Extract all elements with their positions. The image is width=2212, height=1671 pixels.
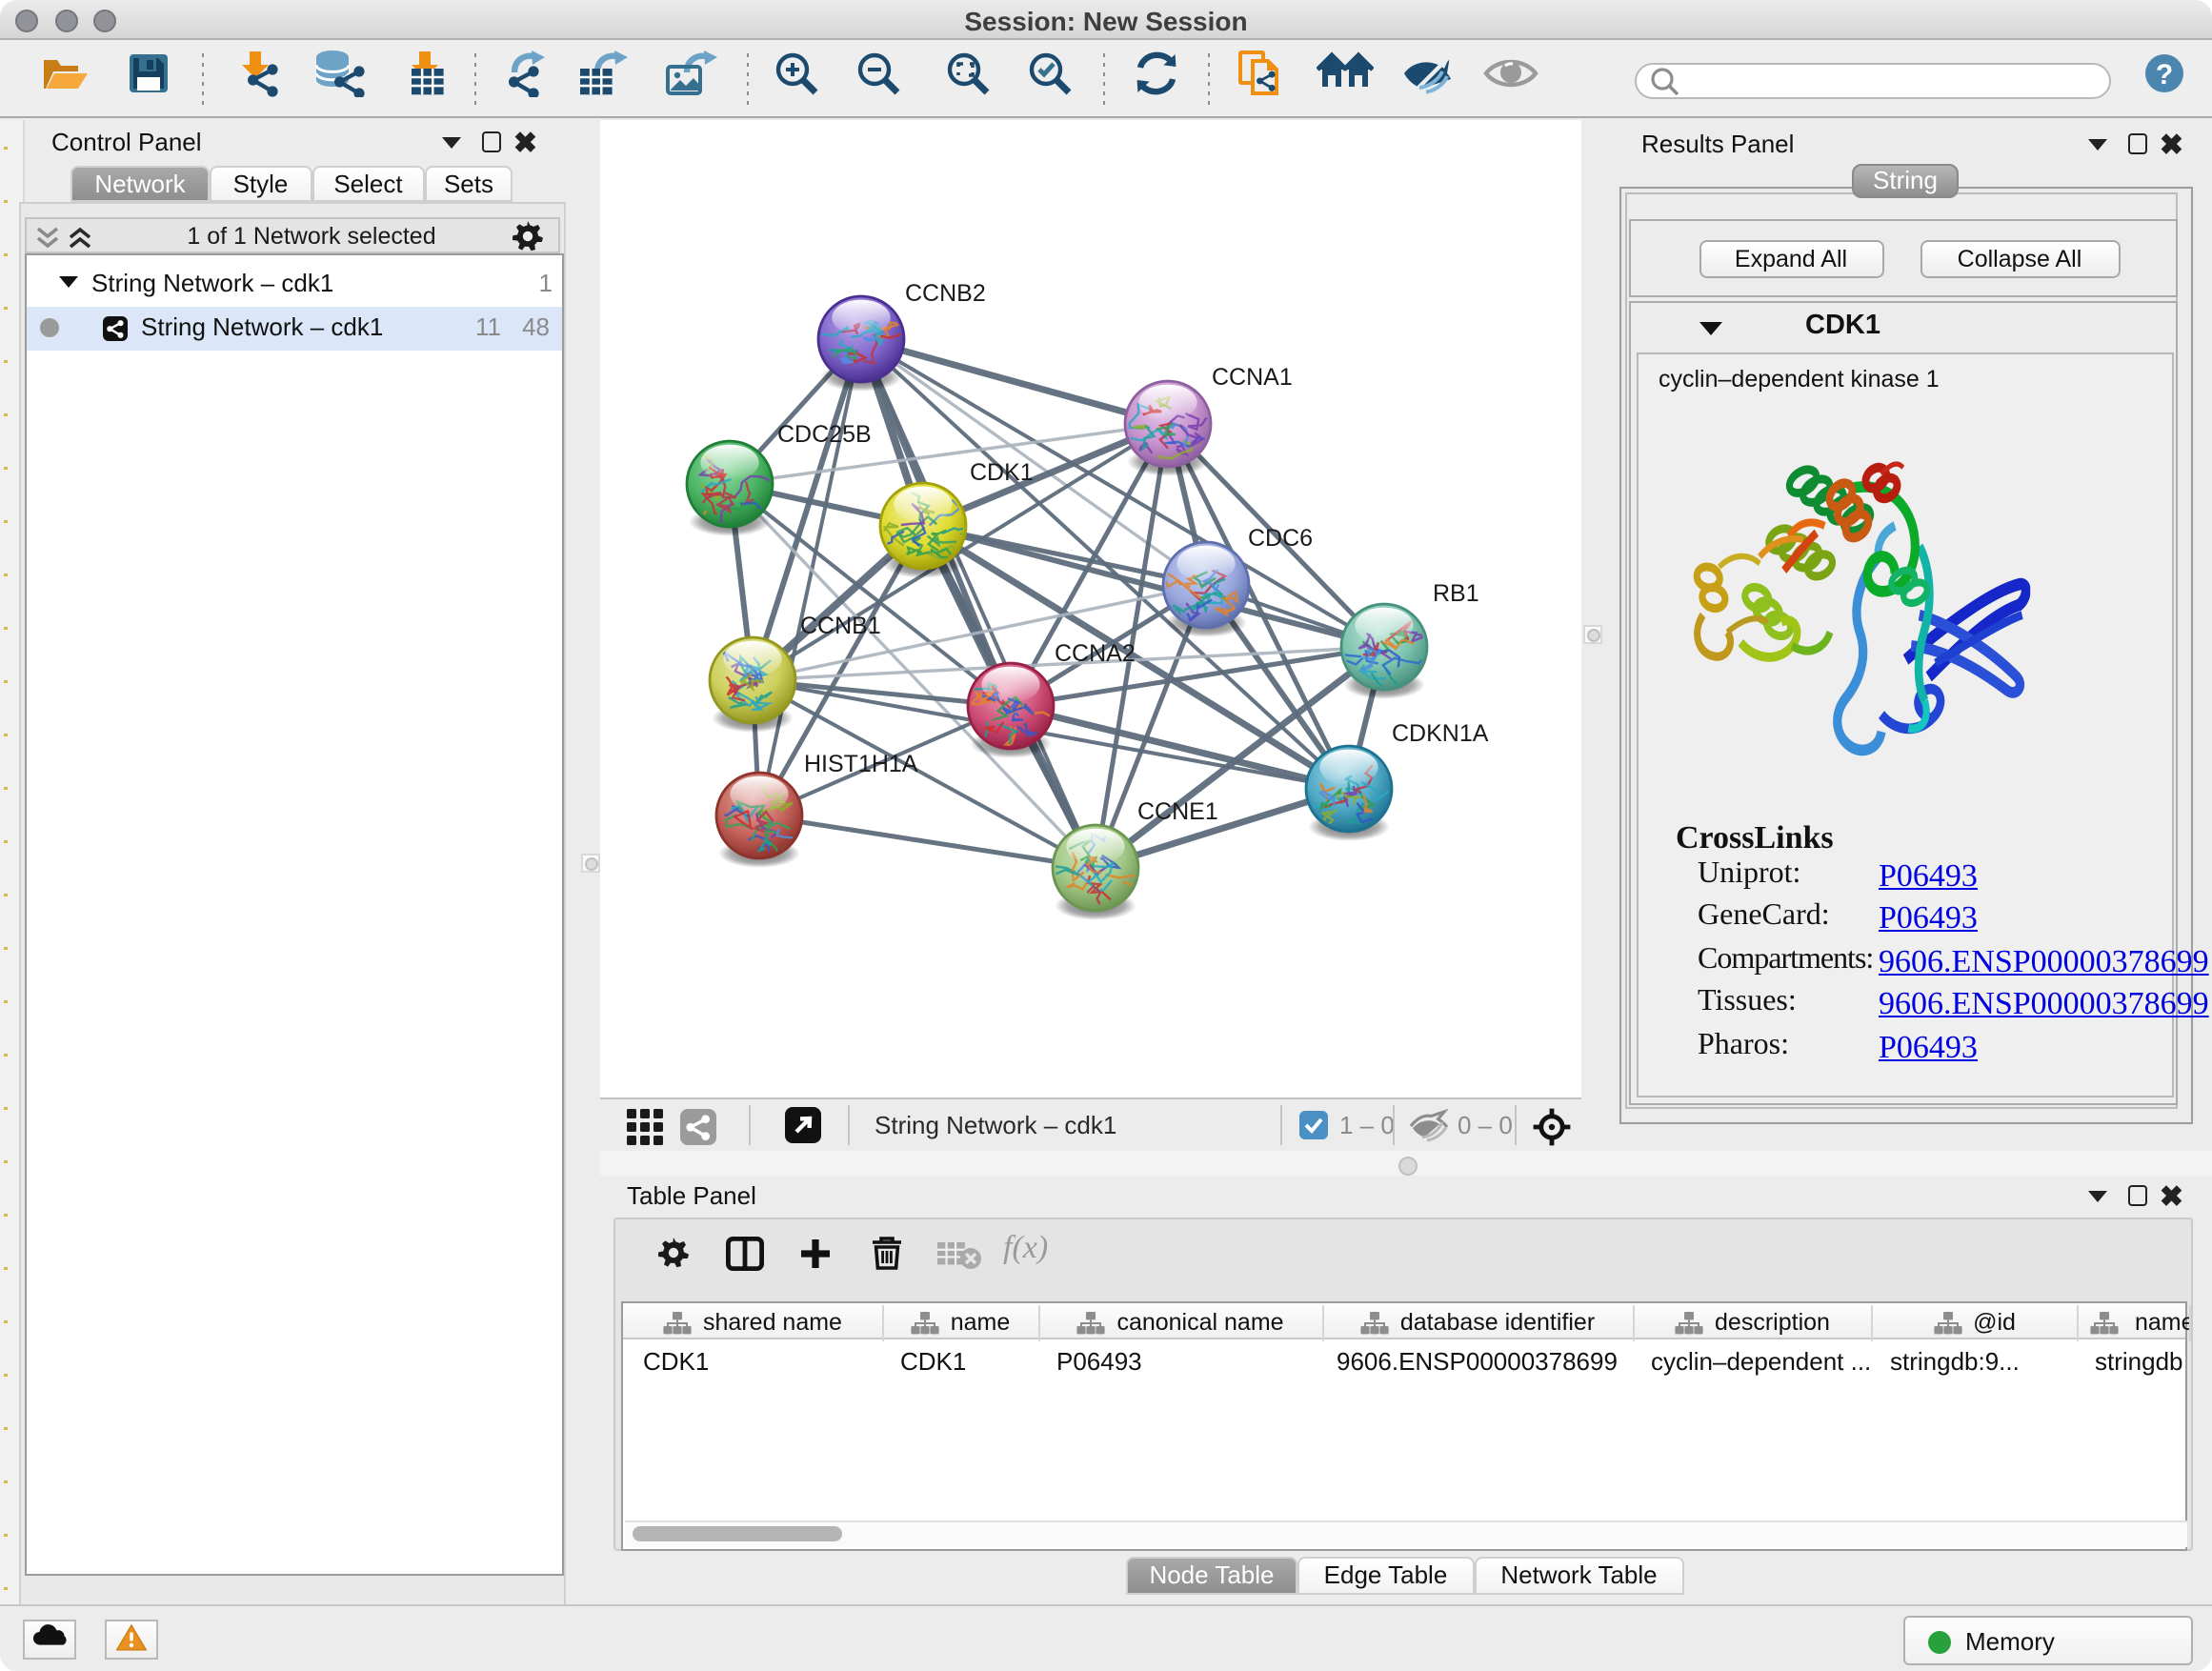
svg-text:?: ? bbox=[2155, 59, 2172, 91]
svg-text:CCNE1: CCNE1 bbox=[1137, 798, 1218, 825]
svg-text:CCNA2: CCNA2 bbox=[1055, 640, 1136, 667]
svg-text:CDKN1A: CDKN1A bbox=[1392, 720, 1489, 747]
svg-text:CDK1: CDK1 bbox=[970, 459, 1034, 486]
svg-text:CCNA1: CCNA1 bbox=[1212, 364, 1293, 391]
svg-text:CDC6: CDC6 bbox=[1248, 525, 1313, 552]
svg-text:CDC25B: CDC25B bbox=[777, 421, 872, 448]
svg-text:HIST1H1A: HIST1H1A bbox=[804, 751, 918, 777]
svg-text:RB1: RB1 bbox=[1433, 580, 1479, 607]
svg-text:CCNB2: CCNB2 bbox=[905, 280, 986, 307]
svg-text:CCNB1: CCNB1 bbox=[800, 613, 881, 639]
